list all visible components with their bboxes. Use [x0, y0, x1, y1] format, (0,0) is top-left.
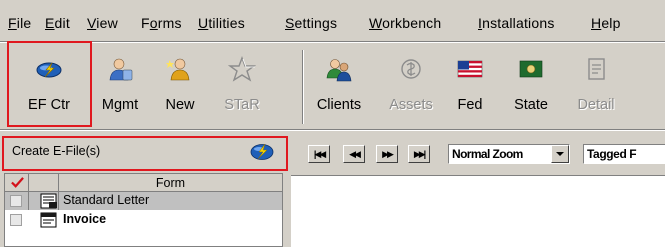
- row-checkbox[interactable]: [10, 195, 22, 207]
- menu-label: elp: [601, 15, 621, 31]
- grid-form-column-header[interactable]: Form: [59, 174, 282, 192]
- toolbar-button-label: New: [165, 97, 195, 113]
- clients-icon: [326, 59, 352, 82]
- menu-settings[interactable]: Settings: [285, 15, 337, 31]
- forms-grid: Form Standard Letter Invoice: [4, 173, 283, 247]
- toolbar-button-assets[interactable]: Assets: [383, 46, 439, 126]
- prev-page-button[interactable]: ◀◀: [343, 145, 365, 163]
- menu-edit[interactable]: Edit: [45, 15, 70, 31]
- lightning-disc-icon: [36, 62, 62, 78]
- menu-label: ettings: [294, 15, 338, 31]
- create-efile-button[interactable]: Create E-File(s): [4, 137, 282, 165]
- menu-forms[interactable]: Forms: [141, 15, 182, 31]
- menu-label: iew: [96, 15, 118, 31]
- menu-label: orkbench: [382, 15, 442, 31]
- toolbar-button-clients[interactable]: Clients: [306, 46, 372, 126]
- toolbar-button-ef-ctr[interactable]: EF Ctr: [10, 46, 88, 126]
- row-select-cell[interactable]: [5, 211, 29, 229]
- lightning-disc-icon: [250, 143, 274, 160]
- toolbar-button-label: Clients: [316, 97, 362, 113]
- next-page-button[interactable]: ▶▶: [376, 145, 398, 163]
- checkmark-icon: [11, 177, 24, 188]
- chevron-down-icon[interactable]: [551, 145, 569, 163]
- menu-mnemonic: o: [149, 15, 158, 31]
- toolbar-button-label: STaR: [224, 97, 260, 113]
- menu-mnemonic: F: [8, 15, 17, 31]
- grid-header-row: Form: [5, 174, 282, 192]
- menu-label: tilities: [208, 15, 245, 31]
- state-flag-icon: [519, 60, 543, 78]
- menu-separator-highlight: [0, 42, 665, 43]
- toolbar-divider: [302, 50, 304, 124]
- next-page-icon: ▶▶: [382, 149, 394, 159]
- menu-bar: File Edit View Forms Utilities Settings …: [0, 11, 665, 37]
- detail-icon: [588, 58, 605, 80]
- menu-label: dit: [54, 15, 70, 31]
- toolbar-button-label: EF Ctr: [28, 97, 70, 113]
- row-label: Invoice: [63, 212, 107, 226]
- efile-panel: Create E-File(s) Form Standard Letter In…: [0, 135, 285, 247]
- zoom-value: Normal Zoom: [452, 147, 523, 161]
- menu-workbench[interactable]: Workbench: [369, 15, 441, 31]
- zoom-dropdown[interactable]: Normal Zoom: [448, 144, 570, 164]
- prev-page-icon: ◀◀: [349, 149, 361, 159]
- menu-utilities[interactable]: Utilities: [198, 15, 245, 31]
- toolbar-button-label: Fed: [457, 97, 483, 113]
- toolbar-button-label: Mgmt: [101, 97, 139, 113]
- row-label: Standard Letter: [63, 193, 150, 207]
- select-all-cell[interactable]: [5, 174, 29, 192]
- menu-label: ile: [16, 15, 32, 31]
- toolbar-button-label: State: [514, 97, 548, 113]
- new-user-icon: [166, 58, 190, 81]
- toolbar-button-fed[interactable]: Fed: [444, 46, 496, 126]
- grid-icon-column-header: [29, 174, 59, 192]
- letter-form-icon: [40, 193, 57, 209]
- toolbar-button-label: Assets: [389, 97, 433, 113]
- user-icon: [109, 58, 133, 81]
- toolbar-button-label: Detail: [577, 97, 615, 113]
- tagged-value: Tagged F: [587, 147, 637, 161]
- toolbar-button-star[interactable]: STaR: [212, 46, 272, 126]
- star-icon: [228, 56, 256, 82]
- tagged-dropdown[interactable]: Tagged F: [583, 144, 665, 164]
- assets-icon: [401, 59, 421, 79]
- us-flag-icon: [457, 60, 483, 78]
- form-viewer-pane: |◀◀ ◀◀ ▶▶ ▶▶| Normal Zoom Tagged F: [291, 135, 665, 247]
- menu-view[interactable]: View: [87, 15, 118, 31]
- menu-label: F: [141, 15, 150, 31]
- viewer-toolbar: |◀◀ ◀◀ ▶▶ ▶▶| Normal Zoom Tagged F: [291, 135, 665, 171]
- menu-mnemonic: E: [45, 15, 55, 31]
- invoice-form-icon: [40, 212, 57, 228]
- create-efile-label: Create E-File(s): [12, 144, 101, 158]
- menu-label: nstallations: [482, 15, 555, 31]
- toolbar-button-mgmt[interactable]: Mgmt: [92, 46, 148, 126]
- toolbar-button-new[interactable]: New: [152, 46, 208, 126]
- table-row[interactable]: Standard Letter: [5, 192, 282, 210]
- toolbar-separator-highlight: [0, 130, 665, 131]
- menu-file[interactable]: File: [8, 15, 31, 31]
- form-column-label: Form: [155, 176, 186, 190]
- first-page-button[interactable]: |◀◀: [308, 145, 330, 163]
- menu-label: rms: [157, 15, 182, 31]
- row-checkbox[interactable]: [10, 214, 22, 226]
- last-page-button[interactable]: ▶▶|: [408, 145, 430, 163]
- menu-mnemonic: S: [285, 15, 295, 31]
- menu-mnemonic: U: [198, 15, 209, 31]
- table-row[interactable]: Invoice: [5, 211, 282, 229]
- last-page-icon: ▶▶|: [413, 149, 426, 159]
- toolbar-button-detail[interactable]: Detail: [566, 46, 626, 126]
- menu-installations[interactable]: Installations: [478, 15, 555, 31]
- toolbar-button-state[interactable]: State: [500, 46, 562, 126]
- app-window: File Edit View Forms Utilities Settings …: [0, 0, 665, 247]
- row-form-cell: Standard Letter: [29, 192, 282, 210]
- menu-mnemonic: W: [369, 15, 383, 31]
- menu-help[interactable]: Help: [591, 15, 621, 31]
- row-select-cell[interactable]: [5, 192, 29, 210]
- first-page-icon: |◀◀: [313, 149, 326, 159]
- menu-mnemonic: V: [87, 15, 97, 31]
- row-form-cell: Invoice: [29, 211, 282, 229]
- document-area[interactable]: [291, 175, 665, 247]
- menu-mnemonic: H: [591, 15, 602, 31]
